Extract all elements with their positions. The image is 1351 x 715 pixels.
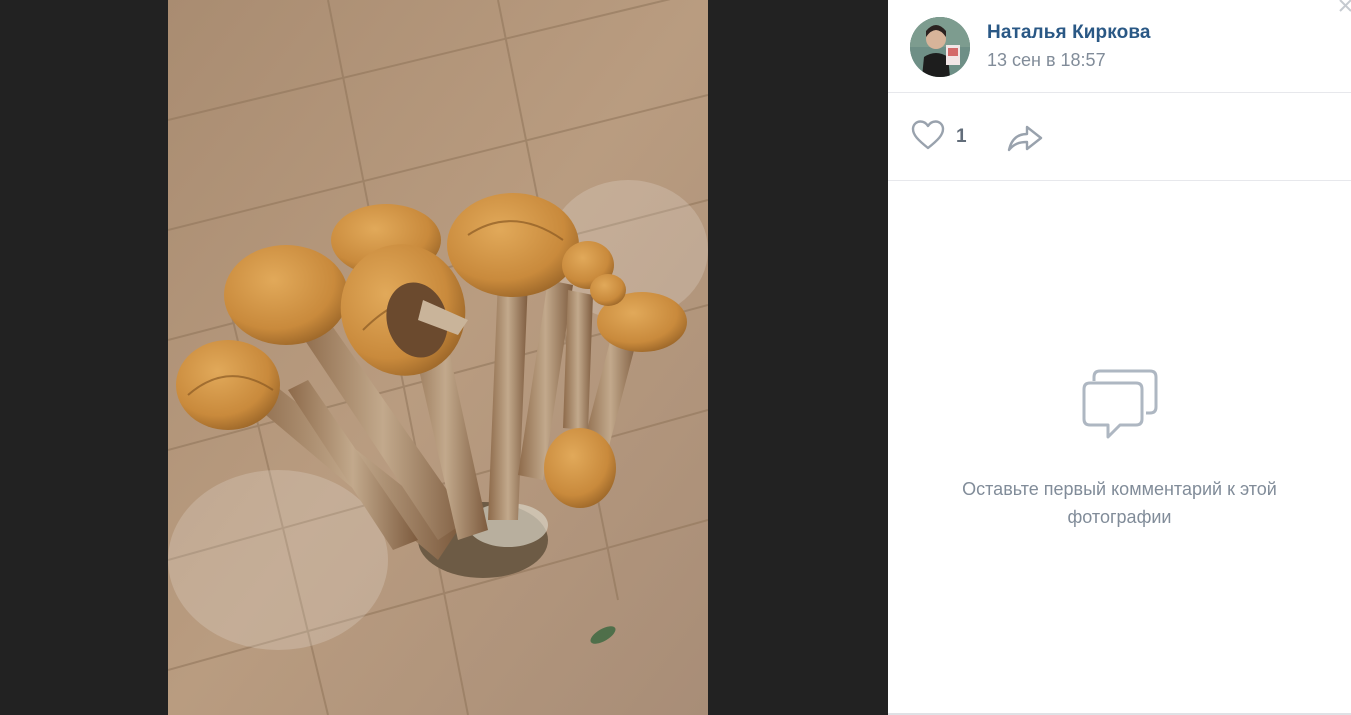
avatar[interactable] [910,17,970,77]
photo-viewer[interactable] [0,0,888,715]
speech-bubbles-icon [1080,369,1160,441]
post-date[interactable]: 13 сен в 18:57 [987,50,1106,71]
like-button[interactable]: 1 [910,119,967,156]
share-button[interactable] [1006,121,1046,155]
post-author-header: Наталья Киркова 13 сен в 18:57 [888,0,1351,93]
post-actions-bar: 1 [888,93,1351,181]
photo-info-panel: Наталья Киркова 13 сен в 18:57 1 Оставьт… [888,0,1351,715]
mushroom-photo[interactable] [168,0,708,715]
share-arrow-icon [1006,125,1046,159]
author-name-link[interactable]: Наталья Киркова [987,22,1151,44]
heart-icon [910,119,946,156]
comments-section: Оставьте первый комментарий к этой фотог… [888,181,1351,715]
empty-comments-message: Оставьте первый комментарий к этой фотог… [962,479,1277,527]
like-count: 1 [956,126,967,147]
